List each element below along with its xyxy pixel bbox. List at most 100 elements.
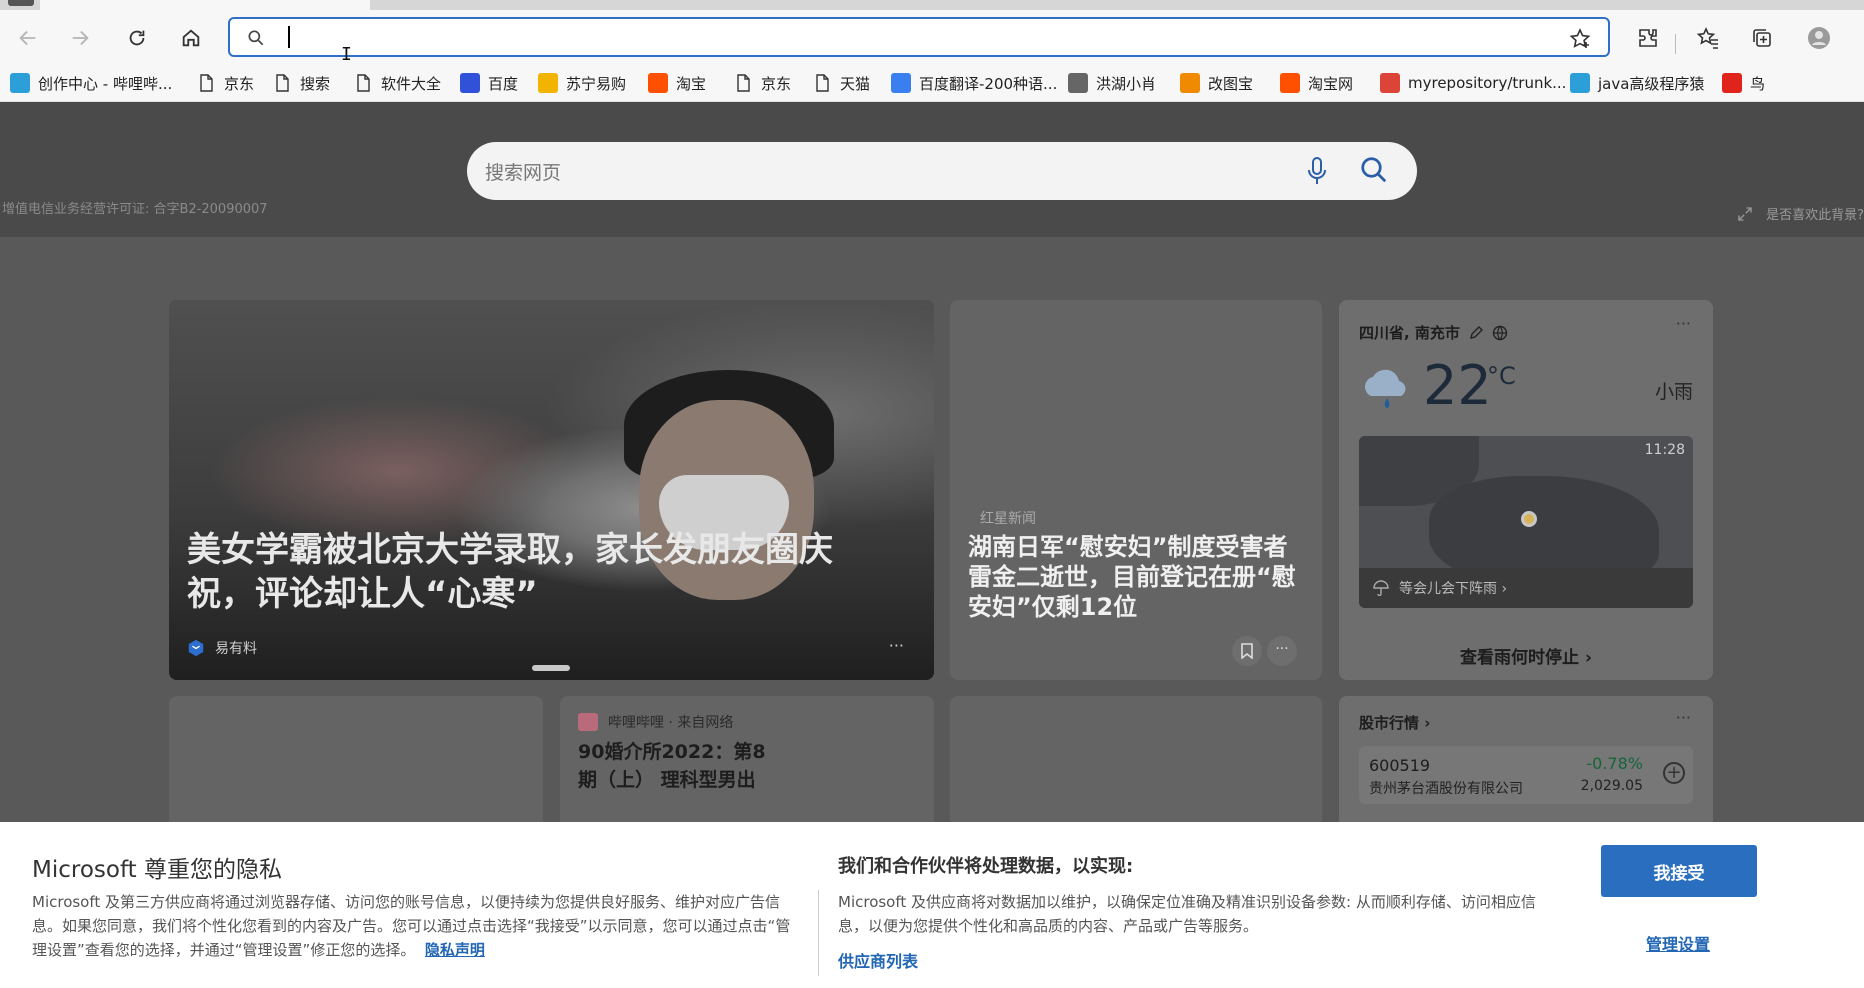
stocks-card[interactable]: 股市行情 › ··· 600519 贵州茅台酒股份有限公司 -0.78% 2,0…	[1339, 696, 1713, 836]
weather-map[interactable]: 11:28 等会儿会下阵雨 ›	[1359, 436, 1693, 608]
bookmark-item[interactable]: 淘宝	[648, 68, 706, 98]
add-favorite-icon[interactable]	[1568, 27, 1592, 51]
refresh-button[interactable]	[121, 22, 153, 54]
edit-pencil-icon[interactable]	[1468, 325, 1484, 341]
consent-divider	[818, 890, 819, 976]
stock-code: 600519	[1369, 756, 1431, 775]
feed-card-placeholder[interactable]	[169, 696, 543, 836]
bookmark-label: 百度翻译-200种语...	[919, 74, 1058, 93]
card-outlet-label: 哔哩哔哩 · 来自网络	[608, 715, 734, 731]
bookmark-item[interactable]: 创作中心 - 哔哩哔...	[10, 68, 172, 98]
bookmark-item[interactable]: java高级程序猿	[1570, 68, 1704, 98]
microphone-icon[interactable]	[1305, 156, 1329, 186]
bilibili-icon	[1570, 73, 1590, 93]
weather-location[interactable]: 四川省, 南充市	[1359, 322, 1508, 343]
manage-settings-link[interactable]: 管理设置	[1646, 931, 1710, 955]
address-input[interactable]	[294, 25, 1494, 51]
bookmark-label: 创作中心 - 哔哩哔...	[38, 74, 173, 93]
bookmark-item[interactable]: 鸟	[1722, 68, 1765, 98]
news-outlet: 红星新闻	[980, 511, 1036, 527]
bookmark-item[interactable]: 苏宁易购	[538, 68, 626, 98]
web-search-box[interactable]: 搜索网页	[467, 142, 1417, 200]
bird-icon	[1722, 73, 1742, 93]
bookmark-item[interactable]: 改图宝	[1180, 68, 1253, 98]
consent-title: Microsoft 尊重您的隐私	[32, 857, 282, 883]
home-button[interactable]	[175, 22, 207, 54]
bookmark-item[interactable]: 京东	[196, 68, 254, 98]
search-icon[interactable]	[1359, 155, 1389, 185]
privacy-statement-link[interactable]: 隐私声明	[425, 941, 485, 959]
bookmark-label: 百度	[488, 74, 519, 93]
tab-icon[interactable]	[8, 0, 34, 6]
weather-card[interactable]: 四川省, 南充市 ··· 22 °C 小雨 11:28 等会儿会下阵雨 › 查看…	[1339, 300, 1713, 680]
more-options-button[interactable]: ···	[889, 636, 904, 655]
location-label: 四川省, 南充市	[1359, 324, 1460, 342]
bookmark-item[interactable]: 洪湖小肖	[1068, 68, 1156, 98]
feed-card-placeholder[interactable]	[950, 696, 1322, 836]
expand-icon[interactable]	[1736, 205, 1754, 223]
arrow-right-icon	[72, 30, 89, 46]
bookmark-label: 天猫	[840, 74, 871, 93]
chrome-icon	[1380, 73, 1400, 93]
toolbar-divider	[1675, 34, 1676, 54]
more-options-button[interactable]: ···	[1676, 314, 1691, 333]
arrow-left-icon	[19, 30, 36, 46]
bookmark-icon	[1241, 643, 1253, 659]
collections-button[interactable]	[1746, 22, 1778, 54]
puzzle-icon	[1639, 29, 1657, 47]
refresh-icon	[129, 30, 145, 46]
new-tab-hero: 搜索网页 增值电信业务经营许可证: 合字B2-20090007 是否喜欢此背景?	[0, 102, 1864, 237]
bookmark-item[interactable]: 搜索	[272, 68, 330, 98]
story-headline[interactable]: 美女学霸被北京大学录取，家长发朋友圈庆祝，评论却让人“心寒”	[187, 528, 887, 616]
save-button[interactable]	[1232, 636, 1262, 666]
bookmark-item[interactable]: 淘宝网	[1280, 68, 1353, 98]
hongxiao-icon	[1068, 73, 1088, 93]
bookmark-item[interactable]: 天猫	[812, 68, 870, 98]
stocks-header[interactable]: 股市行情 ›	[1359, 712, 1430, 733]
forward-button[interactable]	[64, 22, 96, 54]
more-options-button[interactable]: ···	[1267, 636, 1297, 666]
bookmark-item[interactable]: 软件大全	[353, 68, 441, 98]
globe-icon[interactable]	[1492, 325, 1508, 341]
stock-row[interactable]: 600519 贵州茅台酒股份有限公司 -0.78% 2,029.05 +	[1359, 746, 1693, 804]
consent-heading: 我们和合作伙伴将处理数据，以实现:	[838, 856, 1134, 877]
profile-button[interactable]	[1803, 22, 1835, 54]
rain-forecast[interactable]: 等会儿会下阵雨 ›	[1359, 568, 1693, 608]
temperature-unit: °C	[1487, 362, 1516, 390]
page-icon	[812, 73, 832, 93]
news-title[interactable]: 湖南日军“慰安妇”制度受害者雷金二逝世，目前登记在册“慰安妇”仅剩12位	[968, 532, 1308, 622]
suning-icon	[538, 73, 558, 93]
temperature: 22	[1423, 354, 1492, 417]
story-photo	[169, 300, 934, 680]
bilibili-card[interactable]: 哔哩哔哩 · 来自网络 90婚介所2022：第8期（上） 理科型男出	[560, 696, 934, 836]
consent-body-secondary: Microsoft 及供应商将对数据加以维护，以确保定位准确及精准识别设备参数:…	[838, 893, 1536, 935]
stock-price: 2,029.05	[1580, 778, 1643, 794]
bookmark-label: java高级程序猿	[1598, 74, 1705, 93]
source-logo-icon	[188, 639, 204, 657]
stock-change: -0.78%	[1586, 754, 1643, 773]
bookmark-label: 淘宝	[676, 74, 707, 93]
top-story-card[interactable]: 美女学霸被北京大学录取，家长发朋友圈庆祝，评论却让人“心寒” 易有料 ···	[169, 300, 934, 680]
home-icon	[182, 29, 200, 47]
background-feedback[interactable]: 是否喜欢此背景?	[1736, 204, 1864, 223]
extensions-button[interactable]	[1632, 22, 1664, 54]
page-icon	[353, 73, 373, 93]
news-card[interactable]: 红星新闻 湖南日军“慰安妇”制度受害者雷金二逝世，目前登记在册“慰安妇”仅剩12…	[950, 300, 1322, 680]
address-bar[interactable]	[228, 17, 1610, 57]
rain-stop-link[interactable]: 查看雨何时停止 ›	[1339, 643, 1713, 668]
bookmark-item[interactable]: myrepository/trunk...	[1380, 68, 1566, 98]
card-title[interactable]: 90婚介所2022：第8期（上） 理科型男出	[578, 738, 778, 794]
vendor-list-link[interactable]: 供应商列表	[838, 948, 918, 972]
avatar-icon	[1808, 27, 1830, 49]
bookmark-label: 京东	[224, 74, 255, 93]
carousel-indicator[interactable]	[532, 665, 570, 671]
bookmark-item[interactable]: 百度	[460, 68, 518, 98]
back-button[interactable]	[12, 22, 44, 54]
add-stock-button[interactable]: +	[1663, 762, 1685, 784]
more-options-button[interactable]: ···	[1676, 708, 1691, 727]
bookmark-item[interactable]: 百度翻译-200种语...	[891, 68, 1057, 98]
favorites-button[interactable]	[1692, 22, 1724, 54]
collections-icon	[1753, 29, 1771, 47]
bookmark-item[interactable]: 京东	[733, 68, 791, 98]
accept-button[interactable]: 我接受	[1601, 845, 1757, 897]
